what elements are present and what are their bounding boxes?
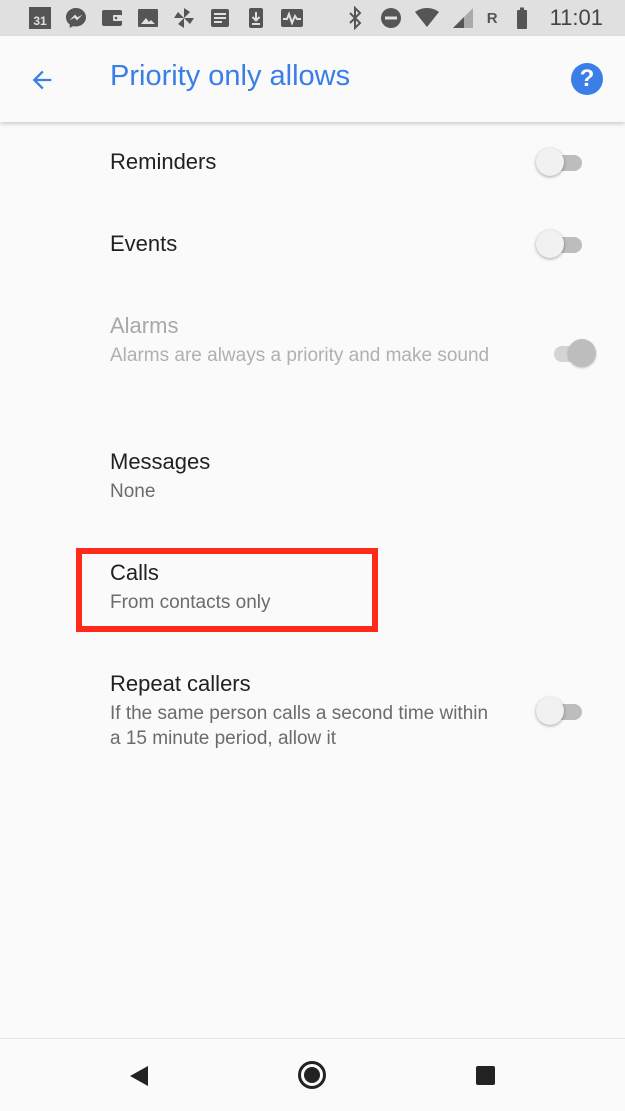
messenger-icon xyxy=(64,6,88,30)
docs-icon xyxy=(208,6,232,30)
repeat-callers-toggle[interactable] xyxy=(536,696,584,726)
toggle-thumb xyxy=(568,339,596,367)
pulse-icon xyxy=(280,6,304,30)
setting-reminders[interactable]: Reminders xyxy=(110,148,600,176)
download-icon xyxy=(244,6,268,30)
signal-icon xyxy=(451,6,475,30)
setting-subtitle: None xyxy=(110,481,156,502)
reminders-toggle[interactable] xyxy=(536,147,584,177)
setting-subtitle: Alarms are always a priority and make so… xyxy=(110,345,490,366)
setting-alarms: Alarms Alarms are always a priority and … xyxy=(110,312,490,368)
setting-title: Reminders xyxy=(110,149,217,174)
bluetooth-icon xyxy=(343,6,367,30)
wifi-icon xyxy=(414,6,439,30)
setting-title: Events xyxy=(110,231,178,256)
image-icon xyxy=(136,6,160,30)
setting-messages[interactable]: Messages None xyxy=(110,448,600,504)
do-not-disturb-icon xyxy=(379,6,403,30)
page-title: Priority only allows xyxy=(110,60,351,92)
status-bar-system: R 11:01 xyxy=(343,5,603,31)
app-bar: Priority only allows ? xyxy=(0,36,625,122)
toggle-thumb xyxy=(536,230,564,258)
navigation-bar xyxy=(0,1038,625,1111)
nav-back-icon[interactable] xyxy=(128,1065,150,1087)
back-button[interactable] xyxy=(26,64,58,96)
setting-events[interactable]: Events xyxy=(110,230,600,258)
setting-title: Alarms xyxy=(110,313,179,338)
calendar-day: 31 xyxy=(29,7,51,29)
events-toggle[interactable] xyxy=(536,229,584,259)
alarms-toggle xyxy=(548,338,596,368)
toggle-thumb xyxy=(536,697,564,725)
wallet-icon xyxy=(100,6,124,30)
setting-title: Messages xyxy=(110,449,211,474)
help-icon: ? xyxy=(579,65,595,92)
calls-highlight-box xyxy=(76,548,378,632)
arrow-back-icon xyxy=(32,70,52,90)
setting-title: Repeat callers xyxy=(110,671,251,696)
clock: 11:01 xyxy=(549,5,603,30)
status-bar-notifications: 31 xyxy=(28,6,304,30)
setting-subtitle: If the same person calls a second time w… xyxy=(110,703,489,749)
toggle-thumb xyxy=(536,148,564,176)
calendar-icon: 31 xyxy=(28,6,52,30)
pinwheel-icon xyxy=(172,6,196,30)
nav-recents-icon[interactable] xyxy=(476,1066,495,1085)
help-button[interactable]: ? xyxy=(571,63,603,95)
status-bar: 31 R 11:01 xyxy=(0,0,625,36)
battery-icon xyxy=(510,6,534,30)
setting-repeat-callers[interactable]: Repeat callers If the same person calls … xyxy=(110,670,500,751)
nav-home-icon[interactable] xyxy=(298,1061,326,1089)
roaming-indicator: R xyxy=(486,9,498,27)
